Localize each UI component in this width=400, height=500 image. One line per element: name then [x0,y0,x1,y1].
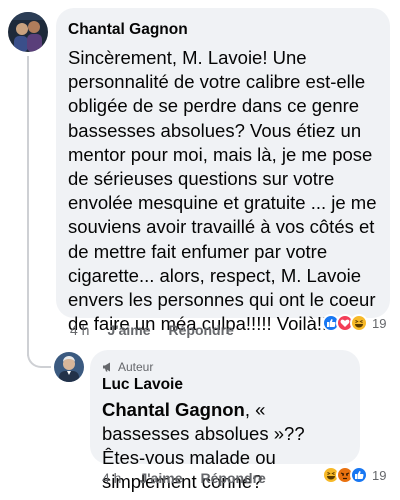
like-icon [350,466,368,484]
mention-link[interactable]: Chantal Gagnon [102,399,245,420]
reply-reactions[interactable]: 19 [322,466,386,484]
avatar-image [8,12,48,52]
avatar-chantal-gagnon[interactable] [8,12,48,52]
comment-author[interactable]: Chantal Gagnon [68,20,378,40]
comment-bubble: Chantal Gagnon Sincèrement, M. Lavoie! U… [56,8,390,334]
author-badge-label: Auteur [118,360,154,374]
like-button[interactable]: J'aime [139,470,182,486]
thread-line [27,56,29,356]
author-badge: Auteur [102,359,348,375]
avatar-image [54,352,84,382]
reply-bubble: Auteur Luc Lavoie Chantal Gagnon, « bass… [90,350,360,492]
comment-reactions[interactable]: 19 [322,314,386,332]
comment-timestamp[interactable]: 4 h [70,322,89,338]
haha-icon [350,314,368,332]
comment-actions: 4 h J'aime Répondre [70,322,252,338]
reply-button[interactable]: Répondre [169,322,234,338]
thread-connector [27,340,51,368]
reaction-count: 19 [372,467,387,483]
megaphone-icon [103,362,110,372]
reply-timestamp[interactable]: 4 h [102,470,121,486]
reply-actions: 4 h J'aime Répondre [102,470,284,486]
avatar-luc-lavoie[interactable] [54,352,84,382]
reaction-count: 19 [372,315,387,331]
comment-text: Sincèrement, M. Lavoie! Une personnalité… [68,47,377,335]
reply-button[interactable]: Répondre [201,470,266,486]
reply-author[interactable]: Luc Lavoie [102,375,348,395]
like-button[interactable]: J'aime [107,322,150,338]
